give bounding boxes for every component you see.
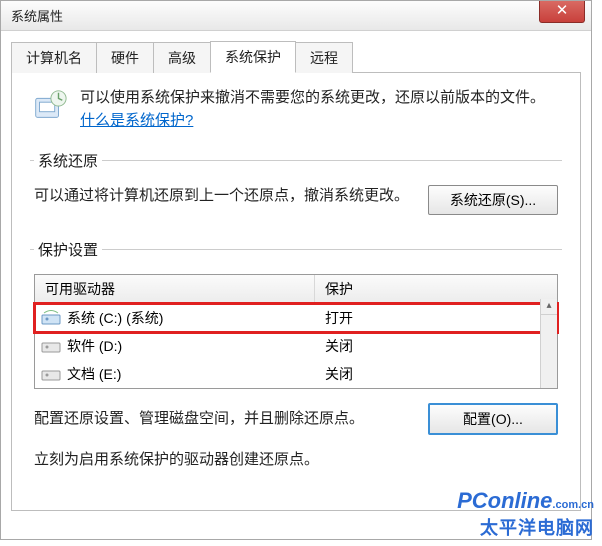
col-status: 保护 (315, 275, 557, 303)
system-restore-group: 系统还原 可以通过将计算机还原到上一个还原点，撤消系统更改。 系统还原(S)..… (30, 150, 562, 221)
tab-panel: 可以使用系统保护来撤消不需要您的系统更改，还原以前版本的文件。 什么是系统保护?… (11, 73, 581, 511)
tab-computer-name[interactable]: 计算机名 (11, 42, 97, 73)
configure-desc: 配置还原设置、管理磁盘空间，并且删除还原点。 (34, 408, 414, 431)
intro-row: 可以使用系统保护来撤消不需要您的系统更改，还原以前版本的文件。 什么是系统保护? (30, 87, 562, 132)
window-title: 系统属性 (11, 6, 63, 25)
drive-name: 软件 (D:) (67, 336, 122, 356)
intro-text: 可以使用系统保护来撤消不需要您的系统更改，还原以前版本的文件。 什么是系统保护? (80, 87, 562, 132)
configure-row: 配置还原设置、管理磁盘空间，并且删除还原点。 配置(O)... (34, 403, 558, 435)
close-button[interactable]: ✕ (539, 1, 585, 23)
drive-rows: 系统 (C:) (系统) 打开 软件 (D:) 关闭 (35, 304, 557, 388)
drive-hdd-icon (41, 366, 61, 382)
system-protect-icon (30, 87, 68, 125)
scrollbar[interactable]: ▴ (540, 299, 557, 388)
tab-hardware[interactable]: 硬件 (96, 42, 154, 73)
drive-system-icon (41, 310, 61, 326)
protection-settings-group: 保护设置 可用驱动器 保护 系统 (C:) (系统) (30, 239, 562, 478)
col-drive: 可用驱动器 (35, 275, 315, 303)
drive-list-header: 可用驱动器 保护 (35, 275, 557, 304)
drive-name: 系统 (C:) (系统) (67, 308, 163, 328)
close-icon: ✕ (556, 2, 569, 19)
drive-row-system-c[interactable]: 系统 (C:) (系统) 打开 (35, 304, 557, 332)
system-restore-button[interactable]: 系统还原(S)... (428, 185, 558, 215)
scroll-up-icon[interactable]: ▴ (541, 299, 557, 315)
drive-status: 关闭 (315, 334, 557, 358)
system-restore-legend: 系统还原 (34, 150, 102, 171)
drive-list[interactable]: 可用驱动器 保护 系统 (C:) (系统) 打开 (34, 274, 558, 389)
protection-settings-legend: 保护设置 (34, 239, 102, 260)
titlebar: 系统属性 ✕ (1, 1, 591, 31)
content-area: 计算机名 硬件 高级 系统保护 远程 可以使用系统保护来撤消不需要您的系统更改，… (1, 31, 591, 521)
create-row: 立刻为启用系统保护的驱动器创建还原点。 (34, 449, 558, 472)
drive-row-software-d[interactable]: 软件 (D:) 关闭 (35, 332, 557, 360)
restore-desc: 可以通过将计算机还原到上一个还原点，撤消系统更改。 (34, 185, 414, 208)
tab-remote[interactable]: 远程 (295, 42, 353, 73)
drive-status: 关闭 (315, 362, 557, 386)
drive-name: 文档 (E:) (67, 364, 121, 384)
drive-status: 打开 (315, 306, 557, 330)
system-properties-window: 系统属性 ✕ 计算机名 硬件 高级 系统保护 远程 (0, 0, 592, 540)
drive-hdd-icon (41, 338, 61, 354)
configure-button[interactable]: 配置(O)... (428, 403, 558, 435)
intro-desc: 可以使用系统保护来撤消不需要您的系统更改，还原以前版本的文件。 (80, 89, 545, 106)
drive-row-docs-e[interactable]: 文档 (E:) 关闭 (35, 360, 557, 388)
tab-strip: 计算机名 硬件 高级 系统保护 远程 (11, 43, 581, 73)
what-is-system-protection-link[interactable]: 什么是系统保护? (80, 112, 193, 129)
tab-advanced[interactable]: 高级 (153, 42, 211, 73)
create-desc: 立刻为启用系统保护的驱动器创建还原点。 (34, 449, 558, 472)
tab-system-protection[interactable]: 系统保护 (210, 41, 296, 73)
